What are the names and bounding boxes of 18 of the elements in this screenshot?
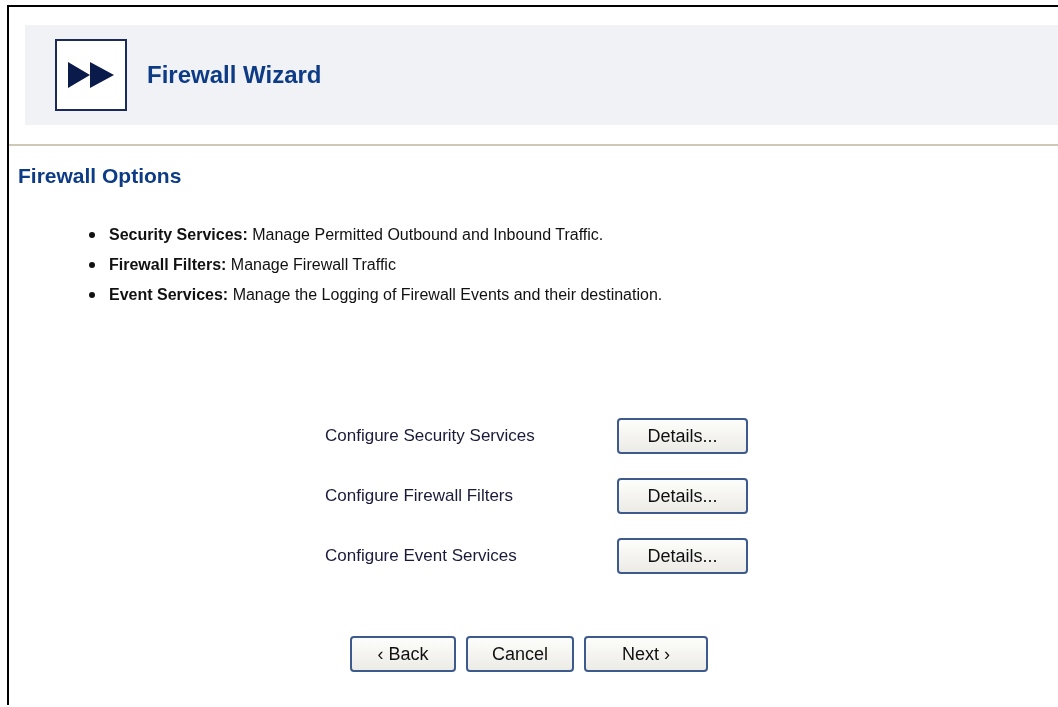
bullet-icon [89,232,95,238]
section-title: Firewall Options [18,164,183,188]
fast-forward-icon [55,39,127,111]
details-button[interactable]: Details... [617,478,748,514]
wizard-title: Firewall Wizard [147,61,322,89]
configure-label: Configure Event Services [325,546,518,566]
nav-button[interactable]: Cancel [466,636,574,672]
option-description: Firewall Filters: Manage Firewall Traffic [109,256,396,274]
details-button[interactable]: Details... [617,418,748,454]
nav-button[interactable]: ‹ Back [350,636,456,672]
configure-label: Configure Security Services [325,426,536,446]
option-description: Security Services: Manage Permitted Outbound and Inbound Traffic. [109,226,604,244]
bullet-icon [89,292,95,298]
bullet-icon [89,262,95,268]
configure-label: Configure Firewall Filters [325,486,514,506]
option-description: Event Services: Manage the Logging of Firewall Events and their destination. [109,286,663,304]
nav-button[interactable]: Next › [584,636,708,672]
details-button[interactable]: Details... [617,538,748,574]
